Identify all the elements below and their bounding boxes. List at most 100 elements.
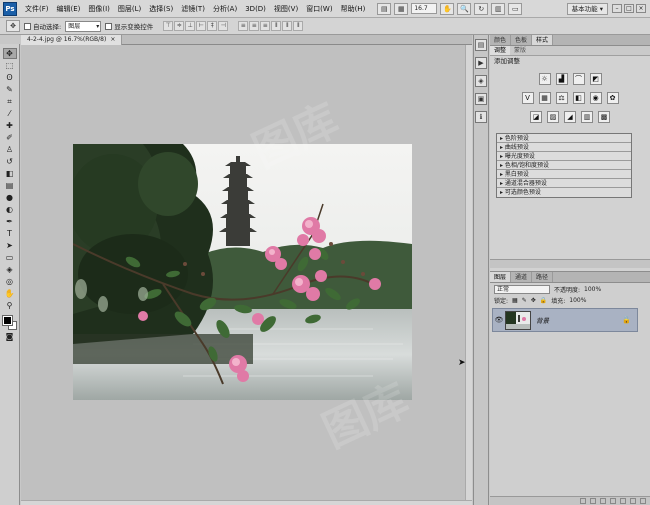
shape-tool-icon[interactable]: ▭ (3, 252, 17, 263)
fill-value[interactable]: 100% (569, 297, 586, 304)
align-top-icon[interactable]: ⊤ (163, 21, 174, 31)
eraser-tool-icon[interactable]: ◧ (3, 168, 17, 179)
menu-edit[interactable]: 编辑(E) (53, 4, 85, 14)
add-mask-icon[interactable] (600, 498, 606, 504)
dodge-tool-icon[interactable]: ◐ (3, 204, 17, 215)
distribute-left-icon[interactable]: ⦀ (271, 21, 282, 31)
align-vcenter-icon[interactable]: ≑ (174, 21, 185, 31)
maximize-icon[interactable]: □ (624, 4, 634, 13)
type-tool-icon[interactable]: T (3, 228, 17, 239)
info-panel-icon[interactable]: ℹ (475, 111, 487, 123)
levels-icon[interactable]: ▟ (555, 73, 568, 85)
zoom-tool-icon[interactable]: ⚲ (3, 300, 17, 311)
lock-pixels-icon[interactable]: ✎ (522, 297, 527, 304)
curves-icon[interactable]: ⌒ (572, 73, 585, 85)
menu-filter[interactable]: 滤镜(T) (177, 4, 209, 14)
arrange-documents-icon[interactable]: ▥ (491, 2, 506, 15)
menu-image[interactable]: 图像(I) (84, 4, 114, 14)
preset-levels[interactable]: ▸ 色阶预设 (497, 134, 631, 143)
screen-mode-icon[interactable]: ▭ (508, 2, 523, 15)
menu-select[interactable]: 选择(S) (145, 4, 177, 14)
channel-mixer-icon[interactable]: ✿ (606, 92, 619, 104)
blend-mode-select[interactable]: 正常 (494, 284, 550, 294)
move-tool-preset-icon[interactable]: ✥ (6, 20, 20, 32)
align-hcenter-icon[interactable]: ‡ (207, 21, 218, 31)
eye-icon[interactable]: 👁 (493, 316, 505, 324)
new-adjustment-icon[interactable] (610, 498, 616, 504)
tab-paths[interactable]: 路径 (532, 272, 554, 282)
preset-exposure[interactable]: ▸ 曝光度预设 (497, 152, 631, 161)
mini-bridge-icon[interactable]: ▦ (394, 2, 409, 15)
hand-tool-icon[interactable]: ✋ (3, 288, 17, 299)
tab-adjustments[interactable]: 调整 (490, 46, 511, 55)
preset-selective-color[interactable]: ▸ 可选颜色预设 (497, 188, 631, 197)
gradient-map-icon[interactable]: ▥ (581, 111, 593, 123)
path-select-tool-icon[interactable]: ➤ (3, 240, 17, 251)
new-layer-icon[interactable] (630, 498, 636, 504)
layer-row-background[interactable]: 👁 背景 🔒 (492, 308, 638, 332)
preset-black-white[interactable]: ▸ 黑白预设 (497, 170, 631, 179)
exposure-icon[interactable]: ◩ (589, 73, 602, 85)
posterize-icon[interactable]: ▨ (547, 111, 559, 123)
layer-style-icon[interactable] (590, 498, 596, 504)
navigator-panel-icon[interactable]: ▣ (475, 93, 487, 105)
invert-icon[interactable]: ◪ (530, 111, 542, 123)
distribute-bottom-icon[interactable]: ≡ (260, 21, 271, 31)
bridge-icon[interactable]: ▤ (377, 2, 392, 15)
preset-hue-saturation[interactable]: ▸ 色相/饱和度预设 (497, 161, 631, 170)
hue-saturation-icon[interactable]: ▦ (538, 92, 551, 104)
align-left-icon[interactable]: ⊢ (196, 21, 207, 31)
color-balance-icon[interactable]: ⚖ (555, 92, 568, 104)
show-transform-option[interactable]: 显示变换控件 (105, 21, 153, 31)
tab-color[interactable]: 颜色 (490, 35, 512, 45)
blur-tool-icon[interactable]: ● (3, 192, 17, 203)
hand-tool-icon[interactable]: ✋ (440, 2, 455, 15)
selective-color-icon[interactable]: ▩ (598, 111, 610, 123)
3d-orbit-tool-icon[interactable]: ◎ (3, 276, 17, 287)
quick-select-tool-icon[interactable]: ✎ (3, 84, 17, 95)
opacity-value[interactable]: 100% (584, 286, 601, 293)
document-close-icon[interactable]: × (110, 35, 115, 45)
vertical-scrollbar[interactable] (465, 45, 472, 500)
tab-swatches[interactable]: 色板 (511, 35, 533, 45)
preset-curves[interactable]: ▸ 曲线预设 (497, 143, 631, 152)
auto-select-checkbox[interactable] (24, 22, 31, 30)
horizontal-scrollbar[interactable] (21, 500, 472, 505)
rotate-view-icon[interactable]: ↻ (474, 2, 489, 15)
crop-tool-icon[interactable]: ⌗ (3, 96, 17, 107)
minimize-icon[interactable]: – (612, 4, 622, 13)
tab-styles[interactable]: 样式 (532, 35, 554, 45)
menu-window[interactable]: 窗口(W) (302, 4, 336, 14)
distribute-vcenter-icon[interactable]: ≡ (249, 21, 260, 31)
zoom-level-field[interactable]: 16.7 (411, 3, 438, 14)
quick-mask-icon[interactable]: ◙ (3, 331, 17, 342)
distribute-top-icon[interactable]: ≡ (238, 21, 249, 31)
link-layers-icon[interactable] (580, 498, 586, 504)
gradient-tool-icon[interactable]: ▤ (3, 180, 17, 191)
menu-analysis[interactable]: 分析(A) (209, 4, 241, 14)
3d-panel-icon[interactable]: ◈ (475, 75, 487, 87)
document-photo[interactable] (73, 144, 412, 400)
show-transform-checkbox[interactable] (105, 22, 113, 30)
brightness-contrast-icon[interactable]: ☼ (538, 73, 551, 85)
vibrance-icon[interactable]: V (521, 92, 534, 104)
lock-all-icon[interactable]: 🔒 (540, 297, 547, 304)
tab-layers[interactable]: 图层 (490, 272, 512, 282)
brush-tool-icon[interactable]: ✐ (3, 132, 17, 143)
move-tool-icon[interactable]: ✥ (2, 48, 17, 59)
photo-filter-icon[interactable]: ◉ (589, 92, 602, 104)
auto-select-option[interactable]: 自动选择: (24, 21, 61, 31)
tab-masks[interactable]: 蒙版 (510, 46, 530, 55)
3d-rotate-tool-icon[interactable]: ◈ (3, 264, 17, 275)
distribute-right-icon[interactable]: ⦀ (293, 21, 304, 31)
clone-stamp-tool-icon[interactable]: ♙ (3, 144, 17, 155)
align-bottom-icon[interactable]: ⊥ (185, 21, 196, 31)
threshold-icon[interactable]: ◢ (564, 111, 576, 123)
align-right-icon[interactable]: ⊣ (218, 21, 229, 31)
eyedropper-tool-icon[interactable]: ⁄ (3, 108, 17, 119)
marquee-tool-icon[interactable]: ⬚ (3, 60, 17, 71)
auto-select-target[interactable]: 图层 (65, 20, 102, 32)
pen-tool-icon[interactable]: ✒ (3, 216, 17, 227)
distribute-hcenter-icon[interactable]: ⦀ (282, 21, 293, 31)
menu-view[interactable]: 视图(V) (270, 4, 302, 14)
